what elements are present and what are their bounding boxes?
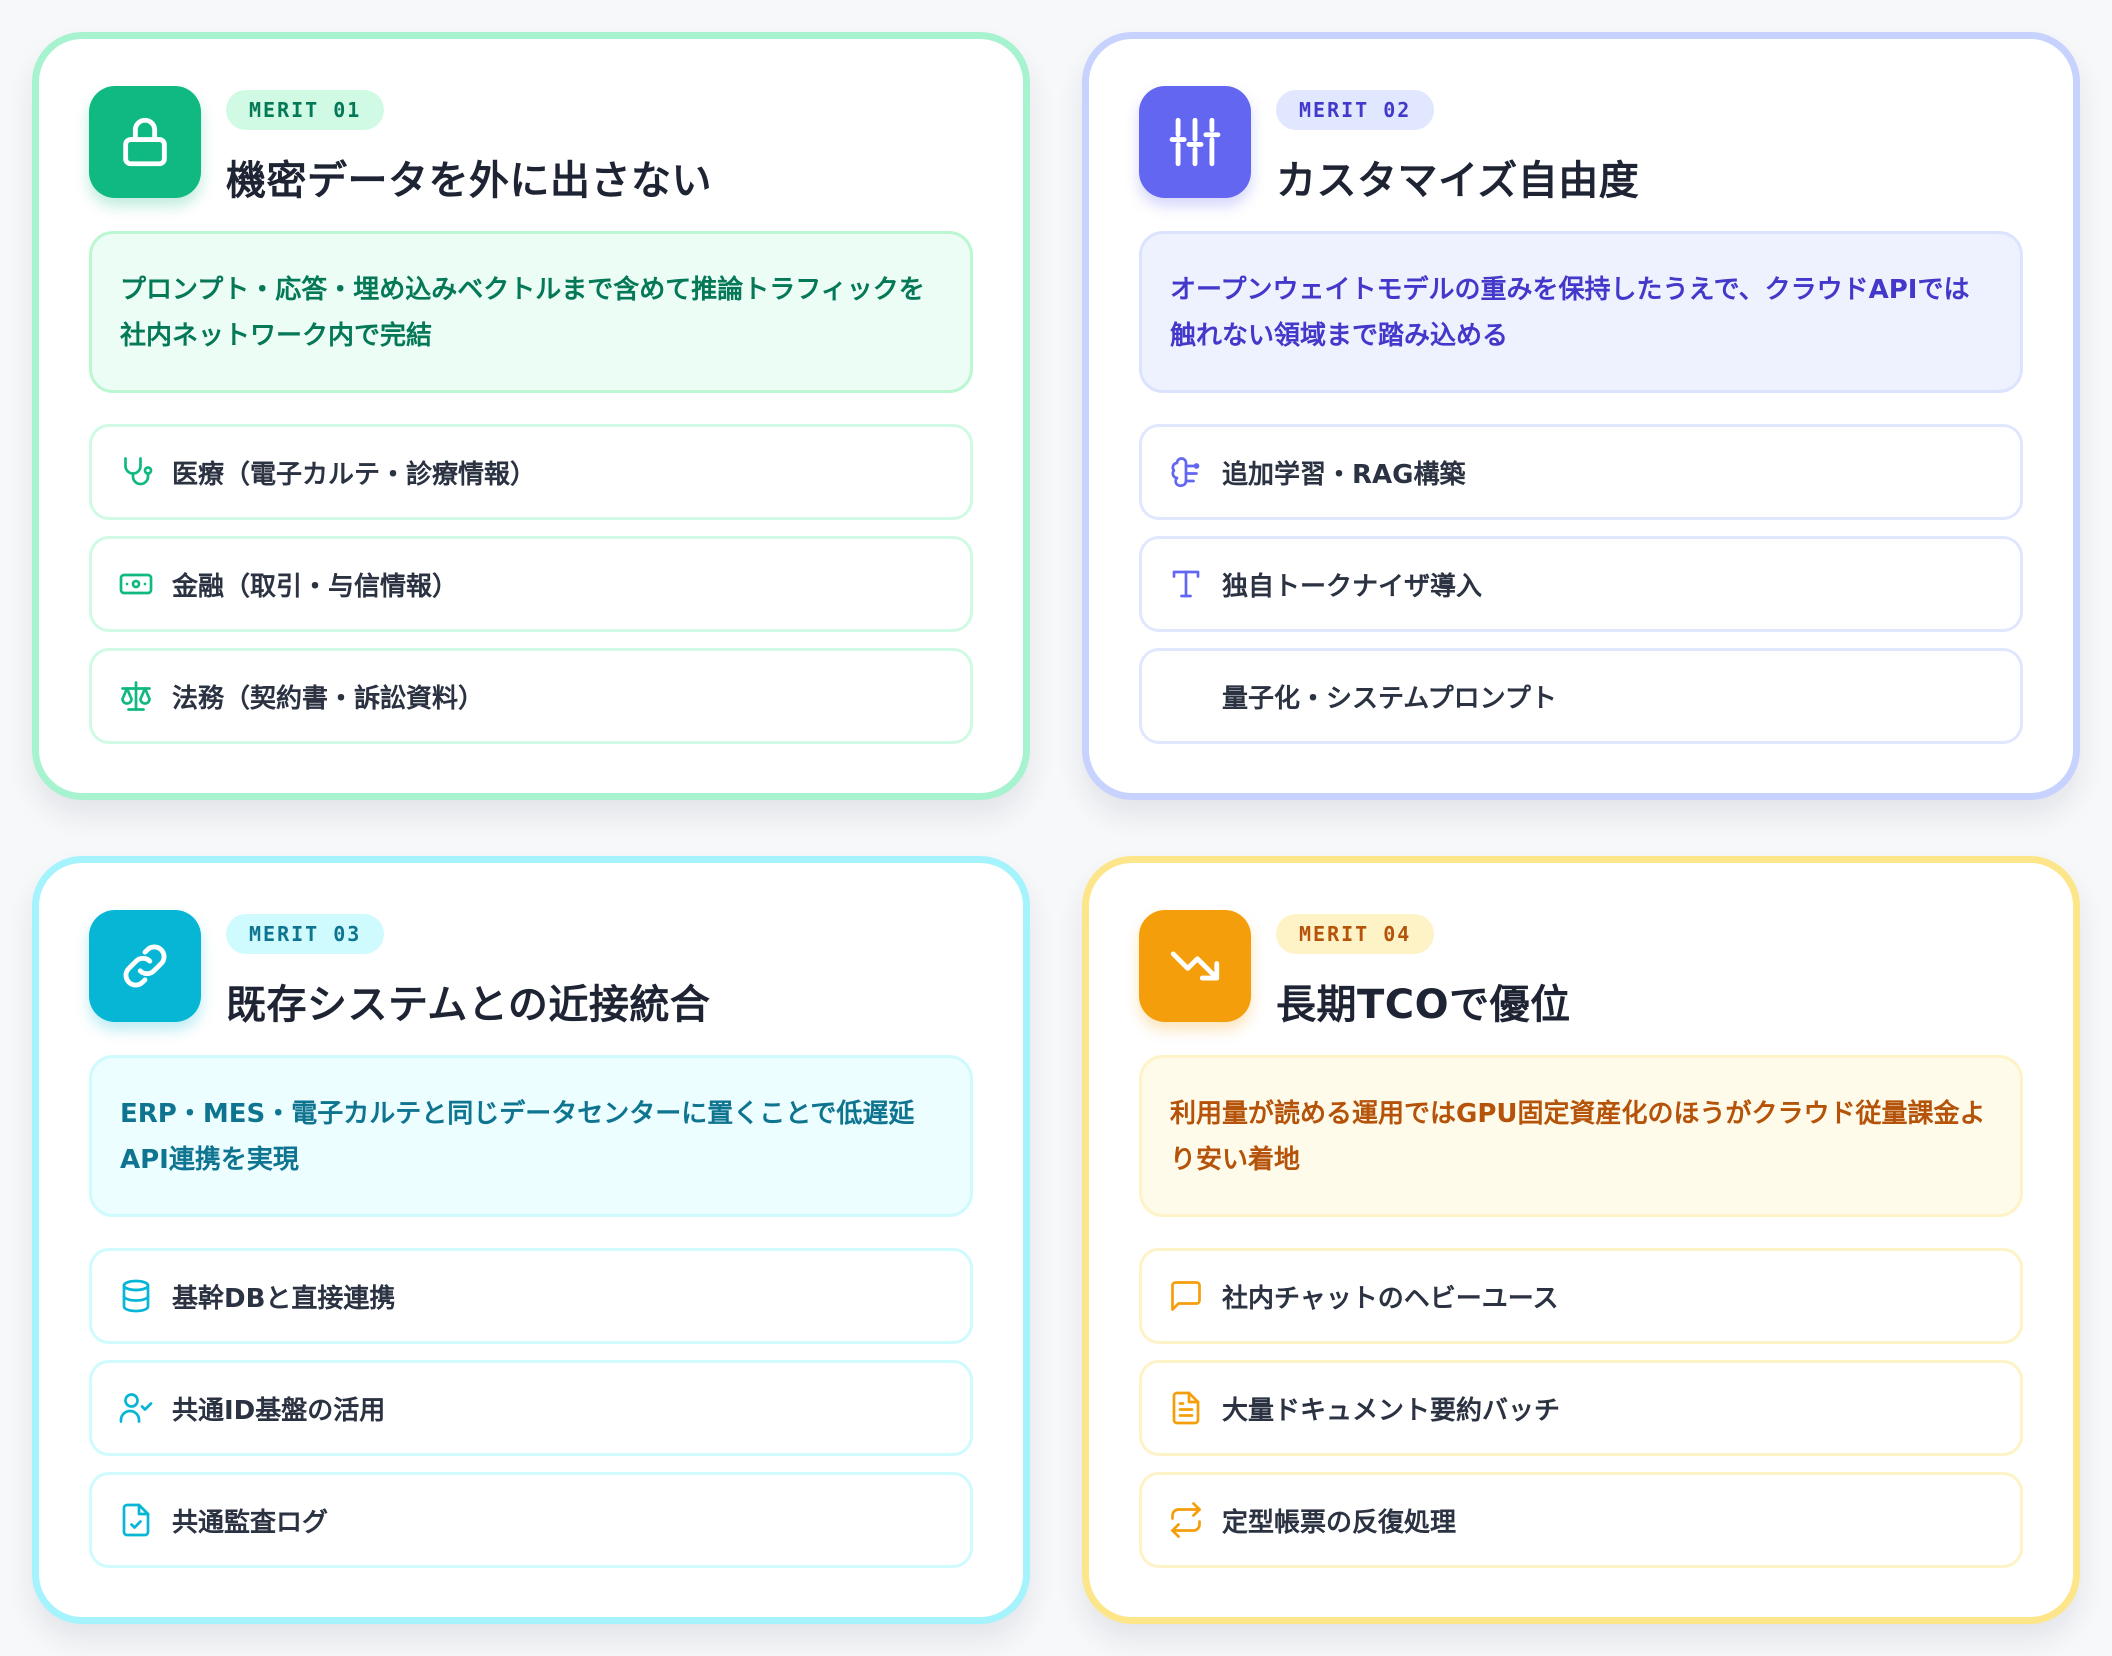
list-item: 基幹DBと直接連携: [89, 1248, 973, 1344]
merit-card-integration: MERIT 03 既存システムとの近接統合 ERP・MES・電子カルテと同じデー…: [32, 856, 1030, 1624]
item-label: 共通監査ログ: [172, 1507, 329, 1538]
card-header: MERIT 02 カスタマイズ自由度: [1139, 86, 2023, 204]
card-title: 長期TCOで優位: [1276, 982, 1571, 1028]
merit-card-customization: MERIT 02 カスタマイズ自由度 オープンウェイトモデルの重みを保持したうえ…: [1082, 32, 2080, 800]
list-item: 大量ドキュメント要約バッチ: [1139, 1360, 2023, 1456]
list-item: 金融（取引・与信情報）: [89, 536, 973, 632]
item-label: 大量ドキュメント要約バッチ: [1222, 1395, 1561, 1426]
card-title: カスタマイズ自由度: [1276, 158, 1640, 204]
list-item: 社内チャットのヘビーユース: [1139, 1248, 2023, 1344]
card-header: MERIT 04 長期TCOで優位: [1139, 910, 2023, 1028]
list-item: 独自トークナイザ導入: [1139, 536, 2023, 632]
repeat-icon: [1168, 1502, 1204, 1538]
card-description: 利用量が読める運用ではGPU固定資産化のほうがクラウド従量課金より安い着地: [1139, 1055, 2023, 1217]
brain-icon: [1168, 454, 1204, 490]
list-item: 量子化・システムプロンプト: [1139, 648, 2023, 744]
card-title: 機密データを外に出さない: [226, 158, 712, 204]
list-item: 定型帳票の反復処理: [1139, 1472, 2023, 1568]
stethoscope-icon: [118, 454, 154, 490]
card-header: MERIT 03 既存システムとの近接統合: [89, 910, 973, 1028]
file-check-icon: [118, 1502, 154, 1538]
merit-label: MERIT 01: [226, 90, 385, 130]
merit-label: MERIT 04: [1276, 914, 1435, 954]
card-title: 既存システムとの近接統合: [226, 982, 711, 1028]
card-description: オープンウェイトモデルの重みを保持したうえで、クラウドAPIでは触れない領域まで…: [1139, 231, 2023, 393]
item-list: 追加学習・RAG構築 独自トークナイザ導入 量子化・システムプロンプト: [1139, 424, 2023, 744]
card-titles: MERIT 04 長期TCOで優位: [1276, 914, 1571, 1030]
item-label: 共通ID基盤の活用: [172, 1395, 386, 1426]
list-item: 共通ID基盤の活用: [89, 1360, 973, 1456]
card-description: プロンプト・応答・埋め込みベクトルまで含めて推論トラフィックを社内ネットワーク内…: [89, 231, 973, 393]
item-list: 基幹DBと直接連携 共通ID基盤の活用 共通監査ログ: [89, 1248, 973, 1568]
card-titles: MERIT 02 カスタマイズ自由度: [1276, 90, 1639, 206]
list-item: 追加学習・RAG構築: [1139, 424, 2023, 520]
item-label: 基幹DBと直接連携: [172, 1283, 396, 1314]
item-list: 医療（電子カルテ・診療情報） 金融（取引・与信情報） 法務（契約書・訴訟資料）: [89, 424, 973, 744]
list-item: 共通監査ログ: [89, 1472, 973, 1568]
merit-card-tco: MERIT 04 長期TCOで優位 利用量が読める運用ではGPU固定資産化のほう…: [1082, 856, 2080, 1624]
lock-icon: [89, 86, 201, 198]
item-label: 独自トークナイザ導入: [1222, 571, 1483, 602]
user-check-icon: [118, 1390, 154, 1426]
item-label: 社内チャットのヘビーユース: [1222, 1283, 1559, 1314]
list-item: 法務（契約書・訴訟資料）: [89, 648, 973, 744]
item-label: 定型帳票の反復処理: [1222, 1507, 1457, 1538]
scale-icon: [118, 678, 154, 714]
trending-down-icon: [1139, 910, 1251, 1022]
card-header: MERIT 01 機密データを外に出さない: [89, 86, 973, 204]
link-icon: [89, 910, 201, 1022]
card-description: ERP・MES・電子カルテと同じデータセンターに置くことで低遅延API連携を実現: [89, 1055, 973, 1217]
merit-label: MERIT 02: [1276, 90, 1435, 130]
item-list: 社内チャットのヘビーユース 大量ドキュメント要約バッチ 定型帳票の反復処理: [1139, 1248, 2023, 1568]
item-label: 法務（契約書・訴訟資料）: [172, 683, 485, 714]
empty-icon-slot: [1168, 678, 1204, 714]
merit-label: MERIT 03: [226, 914, 385, 954]
item-label: 金融（取引・与信情報）: [172, 571, 459, 602]
item-label: 医療（電子カルテ・診療情報）: [172, 459, 537, 490]
list-item: 医療（電子カルテ・診療情報）: [89, 424, 973, 520]
document-icon: [1168, 1390, 1204, 1426]
sliders-icon: [1139, 86, 1251, 198]
database-icon: [118, 1278, 154, 1314]
card-titles: MERIT 03 既存システムとの近接統合: [226, 914, 710, 1030]
type-icon: [1168, 566, 1204, 602]
merit-grid: MERIT 01 機密データを外に出さない プロンプト・応答・埋め込みベクトルま…: [32, 32, 2080, 1624]
item-label: 追加学習・RAG構築: [1222, 459, 1466, 490]
card-titles: MERIT 01 機密データを外に出さない: [226, 90, 712, 206]
banknote-icon: [118, 566, 154, 602]
merit-card-confidentiality: MERIT 01 機密データを外に出さない プロンプト・応答・埋め込みベクトルま…: [32, 32, 1030, 800]
item-label: 量子化・システムプロンプト: [1222, 683, 1557, 714]
chat-icon: [1168, 1278, 1204, 1314]
